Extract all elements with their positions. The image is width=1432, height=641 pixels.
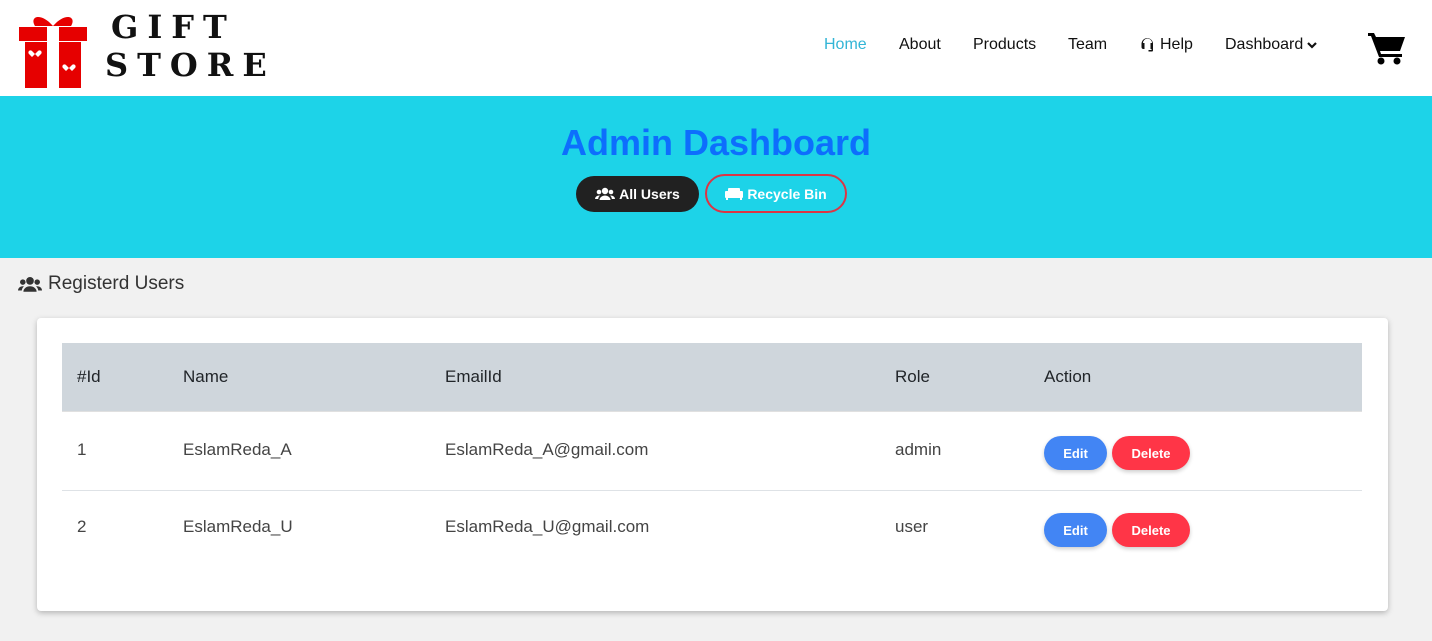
chevron-down-icon bbox=[1307, 42, 1318, 49]
cell-role: user bbox=[895, 517, 929, 536]
recycle-bin-label: Recycle Bin bbox=[747, 185, 827, 202]
navbar: GIFT STORE Home About Products Team Help… bbox=[0, 0, 1432, 96]
nav-help[interactable]: Help bbox=[1139, 34, 1193, 56]
brand-name: GIFT STORE bbox=[105, 8, 276, 84]
table-header: #Id Name EmailId Role Action bbox=[62, 343, 1362, 412]
header-role: Role bbox=[895, 367, 930, 386]
delete-button[interactable]: Delete bbox=[1112, 436, 1190, 470]
brand-logo[interactable]: GIFT STORE bbox=[17, 8, 267, 88]
users-icon bbox=[595, 187, 616, 200]
nav-dashboard-dropdown[interactable]: Dashboard bbox=[1225, 34, 1318, 56]
edit-button[interactable]: Edit bbox=[1044, 436, 1107, 470]
delete-button[interactable]: Delete bbox=[1112, 513, 1190, 547]
users-table-card: #Id Name EmailId Role Action 1 EslamReda… bbox=[37, 318, 1388, 611]
couch-icon bbox=[725, 188, 744, 200]
nav-home[interactable]: Home bbox=[824, 34, 867, 56]
section-heading-label: Registerd Users bbox=[48, 273, 185, 294]
cell-name: EslamReda_A bbox=[183, 440, 292, 459]
headset-icon bbox=[1141, 38, 1153, 52]
all-users-button[interactable]: All Users bbox=[576, 176, 699, 212]
nav-products[interactable]: Products bbox=[973, 34, 1036, 56]
cell-id: 1 bbox=[77, 440, 87, 459]
nav-help-label: Help bbox=[1160, 36, 1193, 53]
cell-email: EslamReda_U@gmail.com bbox=[445, 517, 650, 536]
cell-name: EslamReda_U bbox=[183, 517, 293, 536]
nav-team[interactable]: Team bbox=[1068, 34, 1107, 56]
brand-line2: STORE bbox=[105, 46, 276, 84]
header-id: #Id bbox=[77, 367, 101, 386]
header-action: Action bbox=[1044, 367, 1092, 386]
table-row: 2 EslamReda_U EslamReda_U@gmail.com user… bbox=[62, 491, 1362, 568]
cell-id: 2 bbox=[77, 517, 87, 536]
cart-icon[interactable] bbox=[1367, 30, 1407, 66]
users-icon bbox=[18, 276, 42, 292]
section-heading: Registerd Users bbox=[18, 272, 184, 296]
all-users-label: All Users bbox=[619, 186, 680, 202]
gift-logo-icon bbox=[19, 16, 87, 88]
header-email: EmailId bbox=[445, 367, 502, 386]
header-name: Name bbox=[183, 367, 229, 386]
page-title: Admin Dashboard bbox=[560, 122, 872, 163]
nav-dashboard-label: Dashboard bbox=[1225, 36, 1304, 53]
table-row: 1 EslamReda_A EslamReda_A@gmail.com admi… bbox=[62, 414, 1362, 491]
hero-banner: Admin Dashboard All Users Recycle Bin bbox=[0, 96, 1432, 258]
brand-line1: GIFT bbox=[111, 8, 236, 46]
cell-role: admin bbox=[895, 440, 942, 459]
nav-about[interactable]: About bbox=[899, 34, 941, 56]
recycle-bin-button[interactable]: Recycle Bin bbox=[705, 174, 847, 213]
edit-button[interactable]: Edit bbox=[1044, 513, 1107, 547]
cell-email: EslamReda_A@gmail.com bbox=[445, 440, 649, 459]
